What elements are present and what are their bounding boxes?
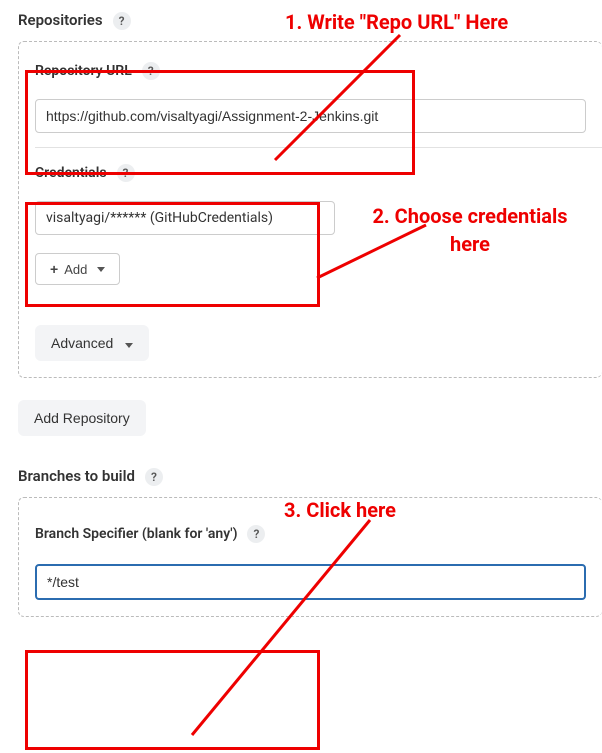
- help-icon[interactable]: ?: [145, 468, 163, 486]
- chevron-down-icon: [97, 267, 105, 272]
- branches-label: Branches to build: [18, 467, 135, 485]
- help-icon[interactable]: ?: [247, 525, 265, 543]
- advanced-button[interactable]: Advanced: [35, 325, 149, 361]
- add-label: Add: [64, 262, 87, 277]
- branch-specifier-input[interactable]: [35, 564, 586, 600]
- divider: [35, 147, 602, 148]
- credentials-value: visaltyagi/****** (GitHubCredentials): [46, 210, 273, 226]
- plus-icon: +: [50, 261, 58, 277]
- repo-url-input[interactable]: [35, 99, 586, 133]
- help-icon[interactable]: ?: [113, 12, 131, 30]
- repo-url-label: Repository URL: [35, 63, 132, 79]
- highlight-box-branch: [25, 650, 320, 750]
- branches-panel: Branch Specifier (blank for 'any') ?: [18, 497, 602, 617]
- advanced-label: Advanced: [51, 335, 113, 351]
- branches-header: Branches to build ?: [18, 466, 602, 493]
- repositories-panel: Repository URL ? Credentials ? visaltyag…: [18, 41, 602, 378]
- credentials-group: Credentials ? visaltyagi/****** (GitHubC…: [35, 162, 586, 285]
- repositories-label: Repositories: [18, 11, 103, 29]
- add-repository-button[interactable]: Add Repository: [18, 400, 146, 436]
- repositories-header: Repositories ?: [18, 10, 602, 37]
- help-icon[interactable]: ?: [142, 62, 160, 80]
- chevron-down-icon: [125, 343, 133, 348]
- add-repository-label: Add Repository: [34, 410, 130, 426]
- credentials-select[interactable]: visaltyagi/****** (GitHubCredentials): [35, 201, 335, 235]
- branch-specifier-label: Branch Specifier (blank for 'any'): [35, 526, 237, 542]
- branch-specifier-group: Branch Specifier (blank for 'any') ?: [35, 523, 586, 600]
- help-icon[interactable]: ?: [117, 164, 135, 182]
- credentials-label: Credentials: [35, 165, 107, 181]
- repo-url-group: Repository URL ?: [35, 60, 586, 133]
- add-credentials-button[interactable]: + Add: [35, 253, 120, 285]
